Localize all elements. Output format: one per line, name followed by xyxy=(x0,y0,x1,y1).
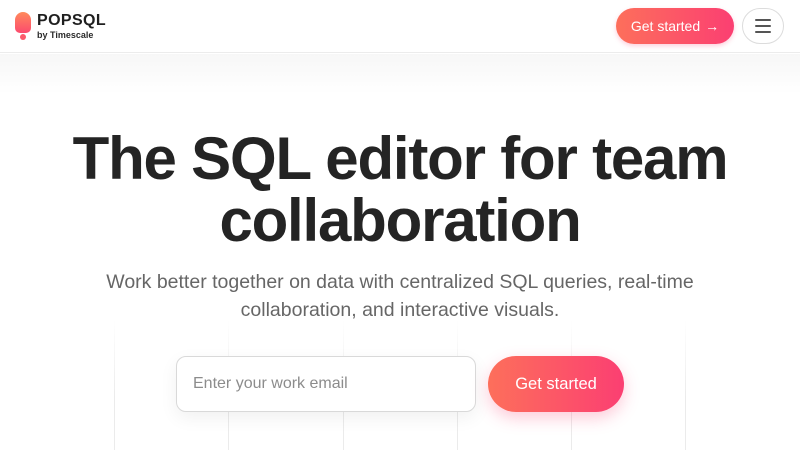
popsicle-logo-icon xyxy=(15,12,31,42)
logo-subtitle: by Timescale xyxy=(37,30,94,40)
hero-subtitle-line-2: collaboration, and interactive visuals. xyxy=(240,299,560,321)
header-get-started-label: Get started xyxy=(630,18,701,34)
hero-title: The SQL editor for team collaboration xyxy=(0,128,800,252)
work-email-input[interactable] xyxy=(176,356,476,412)
popsql-logo[interactable]: POPSQL by Timescale xyxy=(15,12,106,42)
hamburger-menu-icon xyxy=(755,19,771,21)
arrow-right-icon: → xyxy=(705,18,720,34)
site-header: POPSQL by Timescale Get started → xyxy=(0,0,800,53)
hero-subtitle: Work better together on data with centra… xyxy=(60,268,740,324)
hero-get-started-button[interactable]: Get started xyxy=(488,356,624,412)
hamburger-menu-icon-line xyxy=(755,31,771,33)
header-get-started-button[interactable]: Get started → xyxy=(616,8,734,44)
logo-text: POPSQL by Timescale xyxy=(37,12,106,41)
hamburger-menu-icon-line xyxy=(755,25,771,27)
hero-title-line-1: The SQL editor for team xyxy=(72,125,729,192)
header-shadow-band xyxy=(0,54,800,94)
logo-name: POPSQL xyxy=(37,12,107,29)
menu-button[interactable] xyxy=(742,8,784,44)
hero-subtitle-line-1: Work better together on data with centra… xyxy=(106,271,694,293)
hero-title-line-2: collaboration xyxy=(219,187,581,254)
